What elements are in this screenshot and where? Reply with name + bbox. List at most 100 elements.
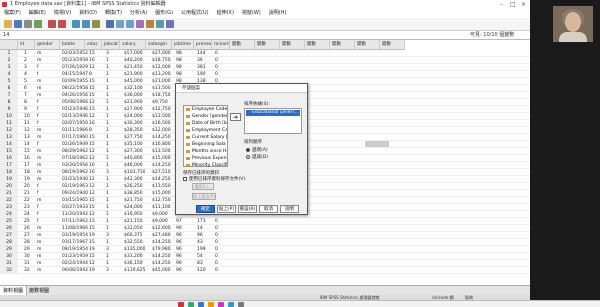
- table-cell[interactable]: 11/20/1942: [62, 211, 88, 218]
- table-cell[interactable]: 02/19/1963: [62, 183, 88, 190]
- table-cell[interactable]: $45,000: [152, 267, 171, 274]
- taskbar-app-icon[interactable]: [188, 302, 194, 307]
- table-cell[interactable]: 19: [89, 232, 95, 239]
- variable-list-item[interactable]: Minority Classifi...: [184, 162, 227, 169]
- table-cell[interactable]: m: [37, 267, 41, 274]
- table-cell[interactable]: f: [37, 204, 39, 211]
- table-cell[interactable]: 16: [89, 120, 95, 127]
- table-cell[interactable]: f: [37, 64, 39, 71]
- table-cell[interactable]: 1: [106, 253, 109, 260]
- table-cell[interactable]: $12,750: [152, 197, 171, 204]
- table-cell[interactable]: 30: [24, 253, 30, 260]
- table-cell[interactable]: $57,000: [124, 50, 143, 57]
- table-cell[interactable]: 27: [24, 232, 30, 239]
- table-cell[interactable]: $16,950: [124, 211, 143, 218]
- menu-data[interactable]: 資料(D): [75, 9, 101, 18]
- table-cell[interactable]: 15: [89, 92, 95, 99]
- table-cell[interactable]: $12,000: [152, 64, 171, 71]
- table-cell[interactable]: 96: [176, 232, 182, 239]
- table-cell[interactable]: 3: [106, 267, 109, 274]
- table-cell[interactable]: 12: [89, 155, 95, 162]
- table-cell[interactable]: 1: [106, 211, 109, 218]
- table-cell[interactable]: 12: [89, 176, 95, 183]
- table-cell[interactable]: m: [37, 148, 41, 155]
- variable-list[interactable]: Employee Code Gender [gender] Date of Birt…: [183, 105, 228, 169]
- table-cell[interactable]: 0: [215, 239, 218, 246]
- table-cell[interactable]: f: [37, 113, 39, 120]
- table-row[interactable]: 30 30 m 01/23/1959 15 1 $31,200 $14,250 96 54 0: [0, 253, 530, 260]
- table-cell[interactable]: 07/11/1962: [62, 218, 88, 225]
- table-cell[interactable]: m: [37, 134, 41, 141]
- table-cell[interactable]: 02/24/1944: [62, 260, 88, 267]
- table-cell[interactable]: 1: [106, 78, 109, 85]
- table-cell[interactable]: $14,250: [152, 176, 171, 183]
- table-cell[interactable]: 1: [106, 225, 109, 232]
- table-cell[interactable]: m: [37, 78, 41, 85]
- column-header[interactable]: gender: [35, 40, 60, 50]
- taskbar-app-icon[interactable]: [228, 302, 234, 307]
- table-cell[interactable]: 98: [176, 71, 182, 78]
- table-cell[interactable]: $27,000: [152, 50, 171, 57]
- table-cell[interactable]: m: [37, 253, 41, 260]
- table-cell[interactable]: 15: [89, 239, 95, 246]
- table-row[interactable]: 31 31 m 02/24/1944 12 1 $36,150 $14,250 96 83 0: [0, 260, 530, 267]
- table-cell[interactable]: 15: [89, 253, 95, 260]
- table-cell[interactable]: 3: [106, 169, 109, 176]
- file-button[interactable]: 檔案(L)...: [192, 183, 214, 190]
- table-cell[interactable]: $15,000: [152, 190, 171, 197]
- print-icon[interactable]: [24, 20, 32, 28]
- insert-cases-icon[interactable]: [116, 20, 124, 28]
- table-cell[interactable]: 19: [24, 176, 30, 183]
- table-cell[interactable]: 1: [106, 99, 109, 106]
- table-cell[interactable]: 0: [215, 71, 218, 78]
- table-cell[interactable]: $21,900: [124, 99, 143, 106]
- table-cell[interactable]: 08/29/1962: [62, 148, 88, 155]
- table-cell[interactable]: $31,200: [124, 253, 143, 260]
- variable-list-item[interactable]: Beginning Sala: [184, 141, 227, 148]
- table-cell[interactable]: 1: [106, 218, 109, 225]
- move-right-arrow-button[interactable]: ➜: [230, 113, 241, 121]
- column-header[interactable]: 變數: [255, 40, 280, 50]
- table-cell[interactable]: 96: [176, 260, 182, 267]
- weight-cases-icon[interactable]: [146, 20, 154, 28]
- ok-button[interactable]: 確定: [196, 205, 215, 213]
- table-cell[interactable]: 29: [24, 246, 30, 253]
- maximize-icon[interactable]: □: [510, 0, 516, 9]
- table-cell[interactable]: f: [37, 99, 39, 106]
- table-cell[interactable]: 190: [197, 71, 206, 78]
- table-cell[interactable]: 08/19/1962: [62, 169, 88, 176]
- table-cell[interactable]: m: [37, 162, 41, 169]
- table-cell[interactable]: $30,300: [124, 120, 143, 127]
- table-cell[interactable]: $31,050: [124, 225, 143, 232]
- table-cell[interactable]: $9,000: [152, 218, 168, 225]
- table-cell[interactable]: m: [37, 225, 41, 232]
- ascending-radio[interactable]: 遞增(A): [246, 147, 268, 153]
- table-cell[interactable]: 26: [24, 225, 30, 232]
- table-cell[interactable]: 15: [89, 204, 95, 211]
- table-cell[interactable]: 0: [215, 232, 218, 239]
- table-row[interactable]: 26 26 m 11/08/1966 15 1 $31,050 $12,600 96 14 0: [0, 225, 530, 232]
- variable-list-item[interactable]: Previous Experi...: [184, 155, 227, 162]
- reset-button[interactable]: 重設(R): [238, 205, 257, 213]
- table-cell[interactable]: 15: [89, 197, 95, 204]
- table-cell[interactable]: m: [37, 85, 41, 92]
- table-cell[interactable]: $135,000: [124, 246, 145, 253]
- goto-variable-icon[interactable]: [82, 20, 90, 28]
- menu-window[interactable]: 視窗(W): [238, 9, 265, 18]
- variable-list-item[interactable]: Employee Code: [184, 106, 227, 113]
- table-cell[interactable]: 01/23/1946: [62, 106, 88, 113]
- table-cell[interactable]: 1: [106, 64, 109, 71]
- table-cell[interactable]: m: [37, 246, 41, 253]
- table-cell[interactable]: 05/23/1958: [62, 57, 88, 64]
- table-cell[interactable]: f: [37, 120, 39, 127]
- table-cell[interactable]: 02/26/1949: [62, 141, 88, 148]
- table-cell[interactable]: 9: [24, 106, 27, 113]
- table-cell[interactable]: 15: [89, 225, 95, 232]
- table-cell[interactable]: 14: [197, 225, 203, 232]
- column-header[interactable]: jobtime: [172, 40, 194, 50]
- menu-file[interactable]: 檔案(F): [0, 9, 25, 18]
- table-cell[interactable]: 04/15/1947: [62, 71, 88, 78]
- table-cell[interactable]: 0: [215, 267, 218, 274]
- table-row[interactable]: 1 1 m 02/03/1952 15 3 $57,000 $27,000 98 144 0: [0, 50, 530, 57]
- table-cell[interactable]: 1: [106, 204, 109, 211]
